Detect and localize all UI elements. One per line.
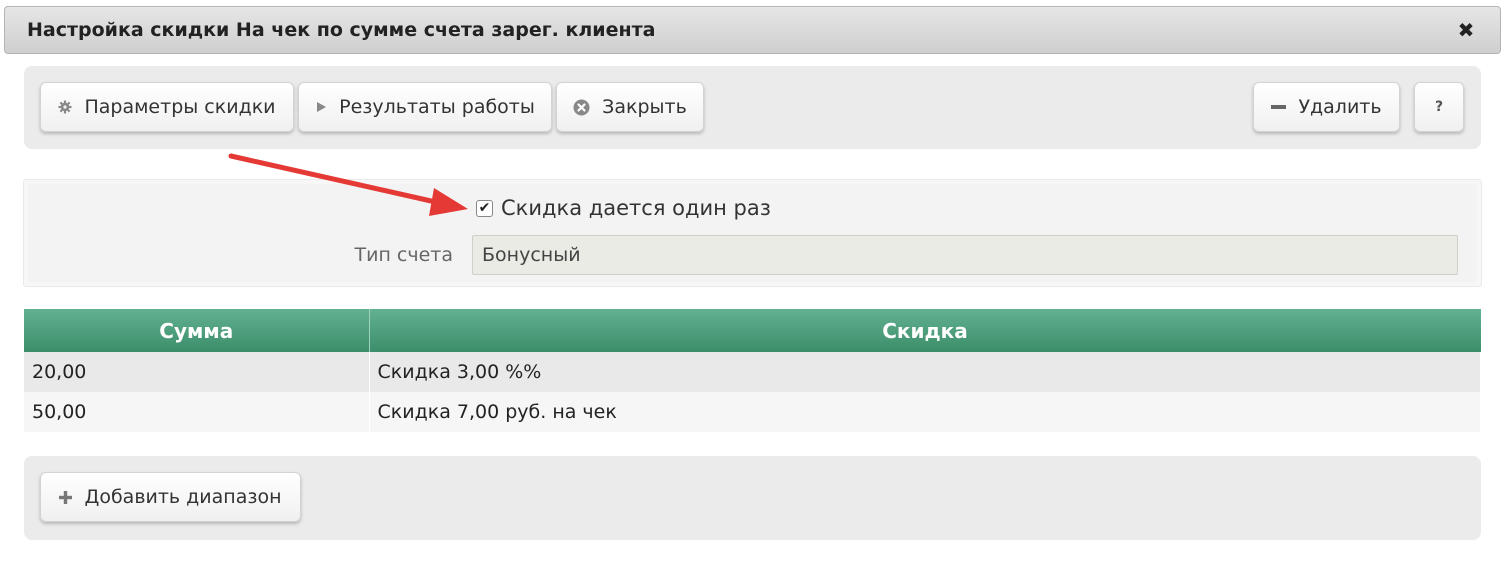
cell-discount: Скидка 7,00 руб. на чек [369,392,1481,432]
cell-sum: 50,00 [24,392,370,432]
toolbar: Параметры скидки Результаты работы Закры… [24,66,1481,149]
account-type-label: Тип счета [354,244,454,266]
table-row[interactable]: 20,00 Скидка 3,00 %% [24,352,1481,392]
column-header-discount[interactable]: Скидка [369,309,1481,352]
circle-x-icon [573,99,590,116]
account-type-field[interactable]: Бонусный [472,235,1458,275]
add-range-label: Добавить диапазон [84,486,282,508]
table-row[interactable]: 50,00 Скидка 7,00 руб. на чек [24,392,1481,432]
delete-button[interactable]: Удалить [1253,82,1400,132]
play-icon [315,101,327,113]
once-row: ✔ Скидка дается один раз [476,196,771,220]
work-results-button[interactable]: Результаты работы [298,82,552,132]
once-checkbox[interactable]: ✔ [476,199,493,217]
close-label: Закрыть [602,96,687,118]
cell-discount: Скидка 3,00 %% [369,352,1481,392]
discount-params-label: Параметры скидки [84,96,276,118]
check-icon: ✔ [478,200,491,216]
gear-icon [58,100,72,114]
discount-params-button[interactable]: Параметры скидки [40,82,294,132]
cell-sum: 20,00 [24,352,370,392]
help-button[interactable]: ? [1414,82,1464,132]
discount-range-table: Сумма Скидка 20,00 Скидка 3,00 %% 50,00 … [24,309,1481,432]
dialog-title: Настройка скидки На чек по сумме счета з… [27,19,656,41]
close-button[interactable]: Закрыть [556,82,704,132]
dialog-titlebar: Настройка скидки На чек по сумме счета з… [4,6,1501,54]
add-range-button[interactable]: Добавить диапазон [40,472,301,522]
table-header-row: Сумма Скидка [24,309,1481,352]
delete-label: Удалить [1298,96,1382,118]
column-header-sum[interactable]: Сумма [24,309,370,352]
close-icon[interactable]: ✖ [1454,18,1478,42]
plus-icon [59,490,73,504]
footer-panel: Добавить диапазон [24,456,1481,540]
work-results-label: Результаты работы [339,96,535,118]
settings-form: ✔ Скидка дается один раз Тип счета Бонус… [24,180,1481,286]
minus-icon [1271,104,1287,110]
once-label: Скидка дается один раз [501,196,771,220]
